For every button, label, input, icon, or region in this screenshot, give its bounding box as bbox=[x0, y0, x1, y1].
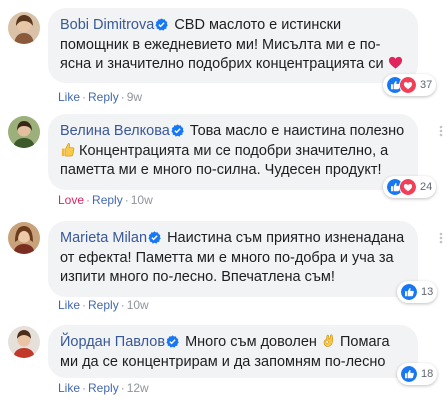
comment-text-continued: Концентрацията ми се подобри значително,… bbox=[60, 142, 389, 179]
like-reaction-icon bbox=[400, 283, 418, 301]
comment-bubble: Bobi Dimitrova CBD маслото е истински по… bbox=[48, 8, 418, 83]
timestamp[interactable]: 12w bbox=[127, 381, 149, 395]
reaction-count: 13 bbox=[421, 286, 434, 298]
comment-text: Много съм доволен bbox=[185, 334, 317, 350]
reply-link[interactable]: Reply bbox=[88, 90, 119, 104]
verified-badge-icon bbox=[148, 231, 161, 244]
ok-hand-icon bbox=[323, 334, 333, 347]
love-link[interactable]: Love bbox=[58, 193, 84, 207]
comment-actions: Like · Reply · 12w bbox=[58, 381, 149, 395]
reaction-summary[interactable]: 37 bbox=[383, 74, 437, 96]
reaction-summary[interactable]: 13 bbox=[397, 281, 438, 303]
avatar[interactable] bbox=[8, 12, 40, 44]
timestamp[interactable]: 10w bbox=[127, 298, 149, 312]
like-link[interactable]: Like bbox=[58, 381, 80, 395]
more-options-icon[interactable] bbox=[438, 124, 444, 137]
reaction-summary[interactable]: 18 bbox=[397, 363, 438, 385]
love-reaction-icon bbox=[399, 178, 417, 196]
author-name[interactable]: Marieta Milan bbox=[60, 230, 147, 246]
reaction-count: 18 bbox=[421, 368, 434, 380]
reply-link[interactable]: Reply bbox=[88, 298, 119, 312]
reaction-count: 37 bbox=[420, 79, 433, 91]
comment-bubble: Йордан Павлов Много съм доволен Помага м… bbox=[48, 325, 418, 378]
verified-badge-icon bbox=[171, 124, 184, 137]
author-name[interactable]: Bobi Dimitrova bbox=[60, 17, 154, 33]
love-reaction-icon bbox=[399, 76, 417, 94]
author-name[interactable]: Йордан Павлов bbox=[60, 334, 165, 350]
like-reaction-icon bbox=[400, 365, 418, 383]
comment-bubble: Marieta Milan Наистина съм приятно изнен… bbox=[48, 221, 418, 297]
verified-badge-icon bbox=[166, 335, 179, 348]
avatar[interactable] bbox=[8, 326, 40, 358]
reaction-count: 24 bbox=[420, 181, 433, 193]
comment-bubble: Велина Велкова Това масло е наистина пол… bbox=[48, 114, 418, 190]
comment-text: Това масло е наистина полезно bbox=[189, 123, 405, 139]
avatar[interactable] bbox=[8, 116, 40, 148]
reply-link[interactable]: Reply bbox=[92, 193, 123, 207]
thumbs-up-icon bbox=[61, 142, 75, 156]
timestamp[interactable]: 9w bbox=[127, 90, 142, 104]
author-name[interactable]: Велина Велкова bbox=[60, 123, 170, 139]
verified-badge-icon bbox=[155, 18, 168, 31]
like-link[interactable]: Like bbox=[58, 298, 80, 312]
heart-icon bbox=[388, 56, 402, 69]
reply-link[interactable]: Reply bbox=[88, 381, 119, 395]
more-options-icon[interactable] bbox=[438, 231, 444, 244]
like-link[interactable]: Like bbox=[58, 90, 80, 104]
comment-actions: Love · Reply · 10w bbox=[58, 193, 153, 207]
timestamp[interactable]: 10w bbox=[131, 193, 153, 207]
comment-actions: Like · Reply · 9w bbox=[58, 90, 143, 104]
comment-actions: Like · Reply · 10w bbox=[58, 298, 149, 312]
avatar[interactable] bbox=[8, 222, 40, 254]
reaction-summary[interactable]: 24 bbox=[383, 176, 437, 198]
